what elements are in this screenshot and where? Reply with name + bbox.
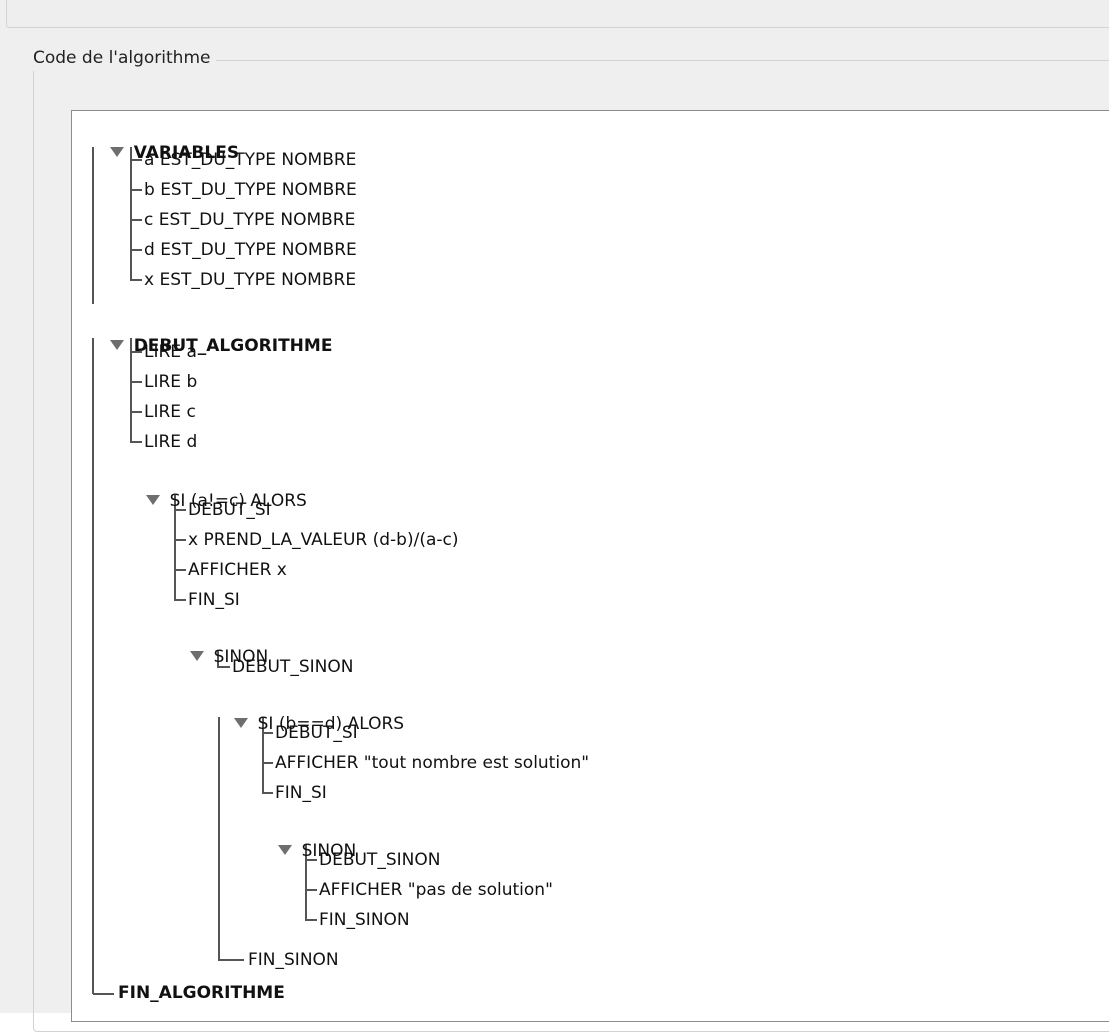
tree-node-lire[interactable]: LIRE a: [144, 340, 197, 364]
tree-node-lire[interactable]: LIRE c: [144, 400, 196, 424]
algorithm-tree[interactable]: VARIABLES a EST_DU_TYPE NOMBRE b EST_DU_…: [71, 110, 1109, 1022]
tree-node-variable[interactable]: c EST_DU_TYPE NOMBRE: [144, 208, 355, 232]
expand-arrow-icon[interactable]: [277, 845, 292, 855]
previous-panel-frame: [6, 0, 1109, 28]
expand-arrow-icon[interactable]: [233, 718, 248, 728]
expand-arrow-icon[interactable]: [189, 651, 204, 661]
tree-node-debut-si[interactable]: DEBUT_SI: [275, 721, 358, 745]
tree-node-afficher-tout-nombre[interactable]: AFFICHER "tout nombre est solution": [275, 751, 589, 775]
tree-node-variable[interactable]: d EST_DU_TYPE NOMBRE: [144, 238, 357, 262]
tree-node-afficher-x[interactable]: AFFICHER x: [188, 558, 287, 582]
tree-node-debut-algorithme[interactable]: DEBUT_ALGORITHME: [86, 310, 332, 382]
tree-node-lire[interactable]: LIRE d: [144, 430, 197, 454]
tree-node-fin-si[interactable]: FIN_SI: [275, 781, 327, 805]
tree-node-fin-si[interactable]: FIN_SI: [188, 588, 240, 612]
tree-node-lire[interactable]: LIRE b: [144, 370, 197, 394]
expand-arrow-icon[interactable]: [145, 495, 160, 505]
panel-title: Code de l'algorithme: [25, 45, 217, 71]
tree-node-debut-sinon[interactable]: DEBUT_SINON: [319, 848, 440, 872]
tree-node-debut-sinon[interactable]: DEBUT_SINON: [232, 655, 353, 679]
tree-node-variable[interactable]: b EST_DU_TYPE NOMBRE: [144, 178, 357, 202]
previous-panel: [0, 0, 1109, 28]
tree-node-debut-si[interactable]: DEBUT_SI: [188, 498, 271, 522]
tree-node-fin-sinon[interactable]: FIN_SINON: [319, 908, 410, 932]
tree-node-variable[interactable]: x EST_DU_TYPE NOMBRE: [144, 268, 356, 292]
tree-node-variable[interactable]: a EST_DU_TYPE NOMBRE: [144, 148, 356, 172]
expand-arrow-icon[interactable]: [109, 147, 124, 157]
expand-arrow-icon[interactable]: [109, 340, 124, 350]
tree-node-fin-algorithme[interactable]: FIN_ALGORITHME: [118, 981, 285, 1005]
tree-node-prend-valeur[interactable]: x PREND_LA_VALEUR (d-b)/(a-c): [188, 528, 458, 552]
tree-node-afficher-pas-solution[interactable]: AFFICHER "pas de solution": [319, 878, 553, 902]
tree-node-fin-sinon[interactable]: FIN_SINON: [248, 948, 339, 972]
